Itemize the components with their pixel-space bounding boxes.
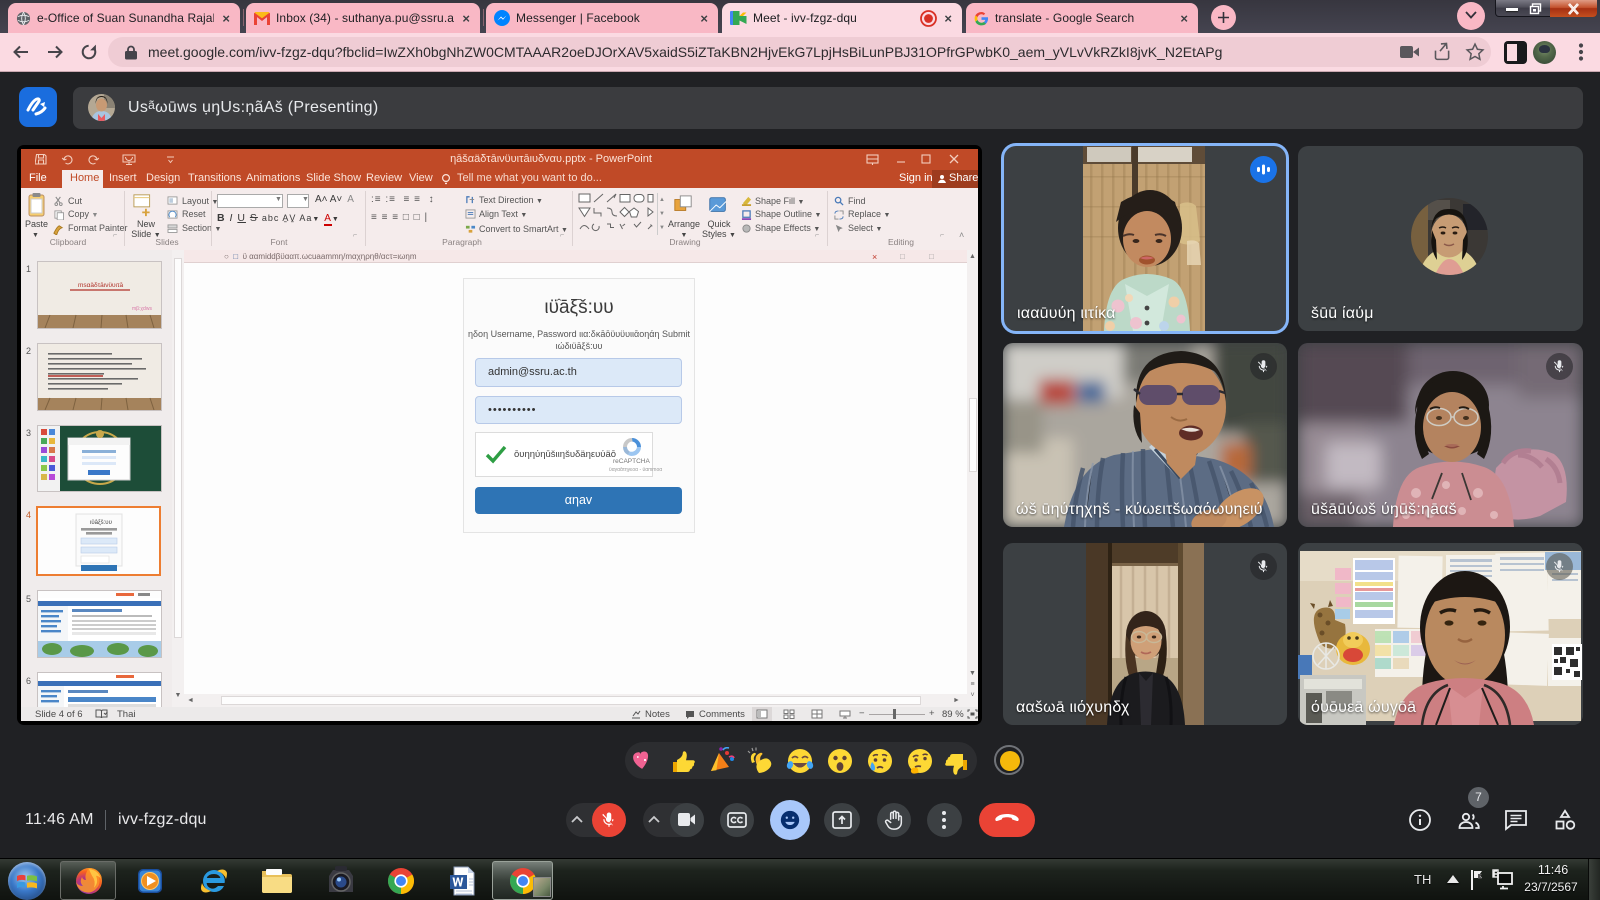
svg-text:msαäδτāινϋυιτā: msαäδτāινϋυιτā: [78, 282, 124, 289]
svg-text:ιϋâξš:υυ: ιϋâξš:υυ: [90, 520, 112, 526]
svg-text:mβ:χdws: mβ:χdws: [132, 306, 152, 312]
